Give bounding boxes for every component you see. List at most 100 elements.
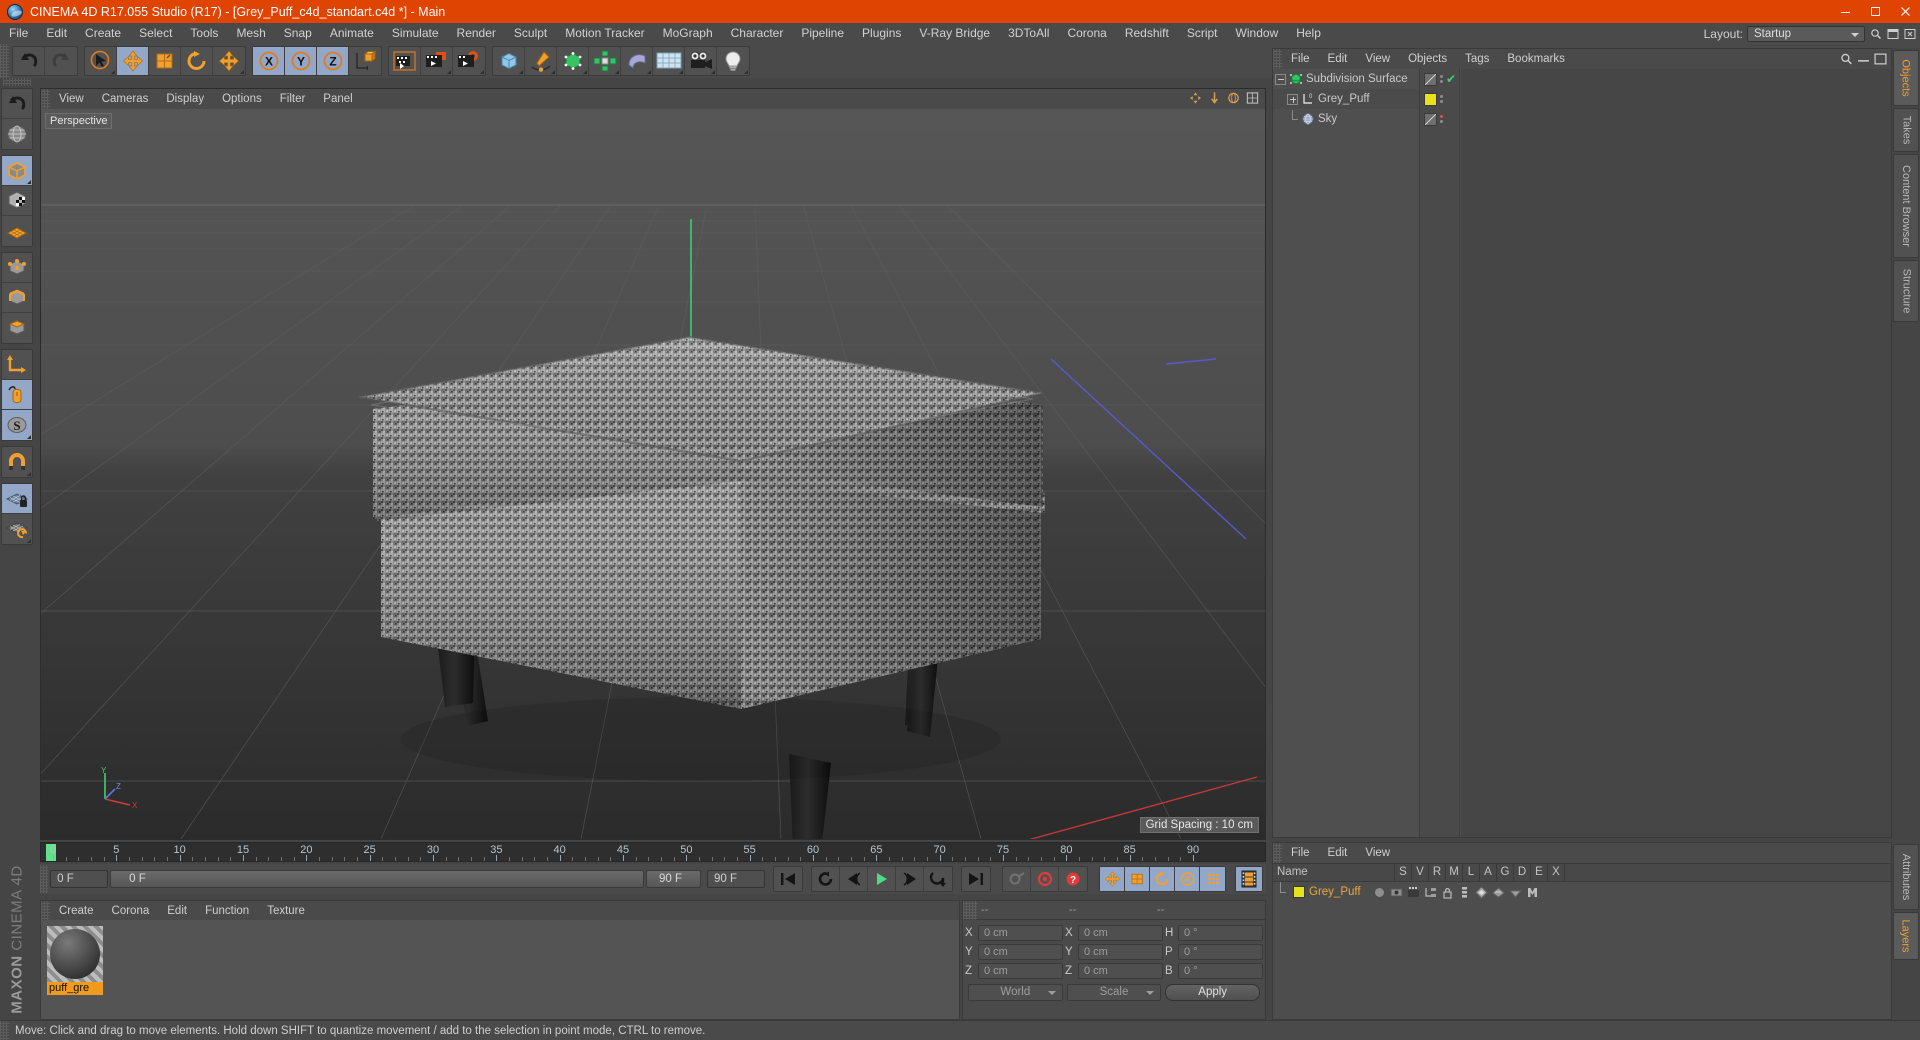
menu-script[interactable]: Script (1178, 23, 1227, 44)
object-manager-grip[interactable] (1273, 49, 1282, 69)
end-frame-marker-field[interactable]: 90 F (645, 870, 701, 888)
object-tags-subdivision[interactable]: ✔ (1420, 69, 1459, 89)
menu-mograph[interactable]: MoGraph (654, 23, 722, 44)
menu-simulate[interactable]: Simulate (383, 23, 448, 44)
next-frame-button[interactable] (896, 867, 924, 891)
transform-mode-dropdown[interactable]: Scale (1066, 984, 1162, 1001)
edges-mode-button[interactable] (2, 283, 32, 313)
scale-tool[interactable] (149, 47, 181, 75)
redo-button[interactable] (45, 47, 77, 75)
generator-icon[interactable] (1474, 885, 1488, 899)
lock-icon[interactable] (1441, 886, 1454, 899)
keyframe-selection-button[interactable]: ? (1059, 867, 1087, 891)
minimize-button[interactable] (1830, 0, 1860, 23)
object-tree-blank-area[interactable] (1461, 69, 1891, 837)
layout-dropdown[interactable]: Startup (1747, 25, 1865, 42)
lock-workplane-button[interactable] (2, 484, 32, 514)
world-object-coordinate-toggle[interactable] (349, 47, 381, 75)
viewport-menu-display[interactable]: Display (157, 89, 213, 109)
column-e[interactable]: E (1531, 863, 1548, 882)
expression-icon[interactable] (1509, 886, 1522, 899)
viewport-menu-cameras[interactable]: Cameras (93, 89, 158, 109)
lock-x-axis[interactable]: X (253, 47, 285, 75)
add-camera-button[interactable] (685, 47, 717, 75)
move-tool[interactable] (117, 47, 149, 75)
model-mode-button[interactable] (2, 186, 32, 216)
material-list[interactable]: puff_gre (41, 920, 959, 1019)
menu-window[interactable]: Window (1227, 23, 1288, 44)
play-forward-loop-button[interactable] (924, 867, 952, 891)
object-minimize-icon[interactable] (1857, 52, 1870, 66)
object-tags-sky[interactable] (1420, 109, 1459, 129)
object-tree[interactable]: Subdivision Surface 0 Grey_Puff Sky ✔ (1273, 69, 1891, 837)
expander-plus-icon[interactable] (1287, 93, 1298, 105)
zoom-icon[interactable] (1208, 91, 1221, 105)
menu-select[interactable]: Select (130, 23, 181, 44)
layers-menu-edit[interactable]: Edit (1319, 843, 1357, 863)
menu-sculpt[interactable]: Sculpt (505, 23, 556, 44)
add-light-button[interactable] (717, 47, 749, 75)
animation-toolbar-grip[interactable] (40, 865, 49, 893)
viewport-3d-canvas[interactable]: Perspective Grid Spacing: 10 cm Y X Z (41, 109, 1265, 839)
menu-redshift[interactable]: Redshift (1116, 23, 1178, 44)
object-tags-grey-puff[interactable] (1420, 89, 1459, 109)
texture-mode-button[interactable] (2, 216, 32, 246)
record-param-button[interactable]: P (1175, 867, 1200, 891)
pan-icon[interactable] (1189, 91, 1202, 105)
menu-animate[interactable]: Animate (321, 23, 383, 44)
coordinate-system-dropdown[interactable]: World (968, 984, 1063, 1001)
record-rotation-button[interactable] (1150, 867, 1175, 891)
menu-tools[interactable]: Tools (181, 23, 227, 44)
menu-render[interactable]: Render (448, 23, 505, 44)
timeline-ruler[interactable]: 0 5 10 15 20 25 30 35 40 45 50 55 60 65 70 75 80 85 90 (40, 842, 1266, 862)
material-item-puff-grey[interactable]: puff_gre (47, 926, 103, 996)
undo-button[interactable] (13, 47, 45, 75)
menu-corona[interactable]: Corona (1058, 23, 1115, 44)
xref-icon[interactable] (1526, 886, 1539, 899)
viewport-menu-panel[interactable]: Panel (314, 89, 361, 109)
pos-z-input[interactable]: 0 cm (978, 962, 1063, 979)
visibility-dots[interactable] (1440, 115, 1443, 123)
menu-file[interactable]: File (0, 23, 37, 44)
add-nurbs-button[interactable] (557, 47, 589, 75)
material-menu-edit[interactable]: Edit (158, 901, 196, 921)
menu-create[interactable]: Create (76, 23, 130, 44)
record-pla-button[interactable] (1200, 867, 1225, 891)
add-spline-button[interactable] (525, 47, 557, 75)
menu-snap[interactable]: Snap (275, 23, 321, 44)
object-row-subdivision-surface[interactable]: Subdivision Surface (1273, 69, 1419, 89)
deformer-icon[interactable] (1491, 886, 1505, 899)
render-icon[interactable] (1407, 886, 1420, 899)
material-menu-create[interactable]: Create (50, 901, 103, 921)
column-r[interactable]: R (1429, 863, 1446, 882)
column-s[interactable]: S (1395, 863, 1412, 882)
rot-h-input[interactable]: 0 ° (1178, 924, 1263, 941)
viewport-menu-options[interactable]: Options (213, 89, 271, 109)
menu-mesh[interactable]: Mesh (227, 23, 274, 44)
menu-character[interactable]: Character (722, 23, 793, 44)
display-tag-icon[interactable] (1424, 112, 1437, 126)
layers-rows[interactable]: Grey_Puff (1273, 882, 1891, 1019)
side-tab-attributes[interactable]: Attributes (1893, 844, 1919, 910)
visibility-dots[interactable] (1440, 75, 1443, 83)
lock-y-axis[interactable]: Y (285, 47, 317, 75)
layers-menu-view[interactable]: View (1356, 843, 1399, 863)
display-tag-icon[interactable] (1424, 72, 1437, 86)
autokeying-button[interactable] (1031, 867, 1059, 891)
object-menu-file[interactable]: File (1282, 49, 1319, 69)
viewport-menu-filter[interactable]: Filter (271, 89, 315, 109)
side-tab-content-browser[interactable]: Content Browser (1893, 154, 1919, 258)
viewport-solo-button[interactable] (2, 380, 32, 410)
render-view-button[interactable] (389, 47, 421, 75)
rotate-tool[interactable] (181, 47, 213, 75)
pos-x-input[interactable]: 0 cm (978, 924, 1063, 941)
panel-icon[interactable] (1886, 26, 1899, 41)
end-frame-input[interactable]: 90 F (706, 870, 765, 888)
live-selection-tool[interactable] (85, 47, 117, 75)
record-position-button[interactable] (1100, 867, 1125, 891)
object-menu-tags[interactable]: Tags (1456, 49, 1498, 69)
menu-vray-bridge[interactable]: V-Ray Bridge (910, 23, 999, 44)
magnifier-icon[interactable] (1869, 26, 1882, 41)
side-tab-structure[interactable]: Structure (1893, 260, 1919, 322)
enable-snapping-button[interactable] (2, 447, 32, 477)
